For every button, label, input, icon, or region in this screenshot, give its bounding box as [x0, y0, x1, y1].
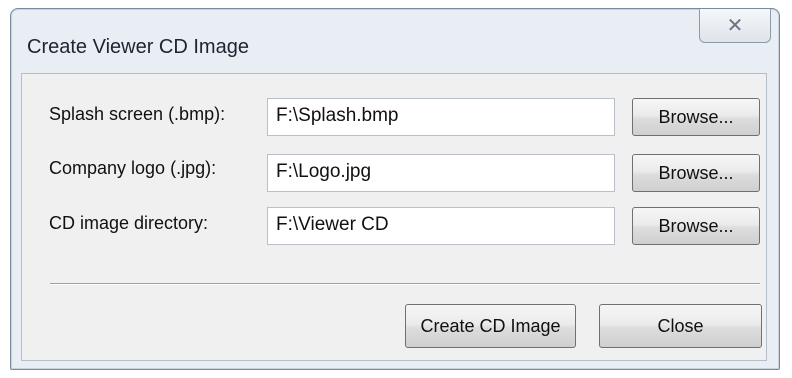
close-window-button[interactable]: ✕: [699, 9, 771, 43]
company-logo-field[interactable]: F:\Logo.jpg: [267, 154, 615, 192]
company-logo-label: Company logo (.jpg):: [49, 158, 217, 178]
create-cd-image-button[interactable]: Create CD Image: [405, 304, 576, 348]
cd-image-directory-label: CD image directory:: [49, 213, 209, 233]
dialog-body: Splash screen (.bmp): F:\Splash.bmp Brow…: [21, 73, 767, 361]
dialog-window: Create Viewer CD Image ✕ Splash screen (…: [10, 8, 780, 370]
browse-directory-label: Browse...: [658, 215, 734, 236]
browse-splash-button[interactable]: Browse...: [632, 98, 760, 136]
browse-logo-button[interactable]: Browse...: [632, 154, 760, 192]
separator-line: [50, 283, 760, 285]
dialog-title: Create Viewer CD Image: [27, 36, 249, 58]
close-icon: ✕: [726, 15, 744, 37]
splash-screen-label: Splash screen (.bmp):: [49, 104, 226, 124]
browse-directory-button[interactable]: Browse...: [632, 207, 760, 245]
create-cd-image-label: Create CD Image: [420, 315, 561, 336]
close-label: Close: [657, 315, 704, 336]
cd-image-directory-field[interactable]: F:\Viewer CD: [267, 207, 615, 245]
splash-screen-field[interactable]: F:\Splash.bmp: [267, 98, 615, 136]
title-bar[interactable]: Create Viewer CD Image ✕: [11, 9, 779, 73]
close-button[interactable]: Close: [599, 304, 762, 348]
browse-splash-label: Browse...: [658, 106, 734, 127]
browse-logo-label: Browse...: [658, 162, 734, 183]
